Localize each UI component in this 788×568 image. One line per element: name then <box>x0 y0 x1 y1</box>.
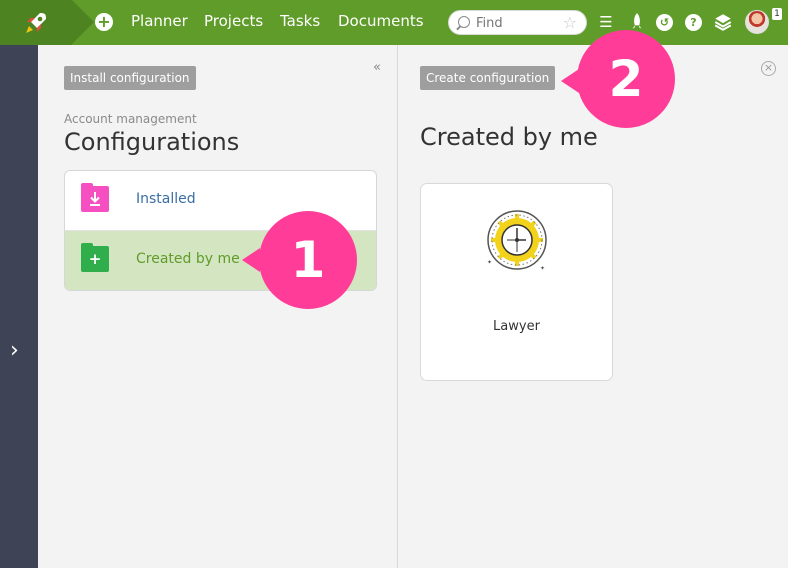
card-label: Lawyer <box>493 319 540 334</box>
logo[interactable] <box>0 0 72 45</box>
gear-clock-icon: ✦ ✦ <box>487 210 547 272</box>
svg-text:✦: ✦ <box>487 259 492 266</box>
created-by-me-panel: Create configuration × Created by me ✦ ✦ <box>401 30 788 568</box>
nav-tasks[interactable]: Tasks <box>280 12 320 30</box>
download-folder-icon <box>81 183 109 212</box>
search-icon <box>458 16 470 28</box>
rocket-small-icon[interactable] <box>627 12 647 32</box>
install-configuration-button[interactable]: Install configuration <box>64 66 196 90</box>
layers-icon[interactable] <box>713 12 733 32</box>
search-box[interactable]: ☆ <box>448 10 587 35</box>
svg-text:✦: ✦ <box>540 265 545 272</box>
top-bar: + Planner Projects Tasks Documents ☆ ☰ ↺… <box>0 0 788 45</box>
nav-projects[interactable]: Projects <box>204 12 263 30</box>
list-item-label: Created by me <box>136 251 240 267</box>
page-title: Configurations <box>64 128 240 156</box>
breadcrumb[interactable]: Account management <box>64 112 197 126</box>
callout-2: 2 <box>577 30 675 128</box>
section-title: Created by me <box>420 123 598 151</box>
add-folder-icon: + <box>81 243 109 272</box>
avatar[interactable] <box>745 10 769 34</box>
chevron-right-icon[interactable]: › <box>10 338 19 363</box>
question-icon[interactable]: ? <box>685 14 702 31</box>
collapse-icon[interactable]: « <box>373 60 381 75</box>
configuration-card[interactable]: ✦ ✦ Lawyer <box>420 183 613 381</box>
create-configuration-button[interactable]: Create configuration <box>420 66 556 90</box>
nav-documents[interactable]: Documents <box>338 12 424 30</box>
rocket-icon <box>26 12 46 33</box>
plus-icon[interactable]: + <box>95 13 113 31</box>
side-rail: › <box>0 45 38 568</box>
logo-arrow <box>72 0 94 44</box>
star-icon[interactable]: ☆ <box>563 13 577 32</box>
callout-tail <box>242 248 260 272</box>
close-icon[interactable]: × <box>761 61 776 76</box>
configurations-panel: Install configuration « Account manageme… <box>38 45 398 568</box>
search-input[interactable] <box>476 14 564 32</box>
help-circle-icon[interactable]: ↺ <box>656 14 673 31</box>
notification-badge: 1 <box>772 8 782 20</box>
callout-1: 1 <box>259 211 357 309</box>
menu-icon[interactable]: ☰ <box>596 12 616 32</box>
nav-planner[interactable]: Planner <box>131 12 188 30</box>
list-item-label: Installed <box>136 191 196 207</box>
